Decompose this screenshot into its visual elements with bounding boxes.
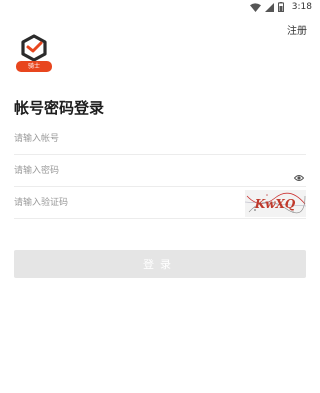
captcha-input[interactable] (14, 188, 244, 218)
register-link[interactable]: 注册 (287, 22, 307, 37)
app-logo: 骑士 (14, 34, 54, 72)
account-field (14, 124, 306, 155)
captcha-field: KwXQ (14, 188, 307, 219)
login-button[interactable]: 登录 (14, 250, 306, 278)
status-icons: 3:18 (249, 2, 312, 12)
signal-icon (264, 2, 274, 12)
password-input[interactable] (14, 156, 244, 186)
status-time: 3:18 (291, 2, 312, 12)
logo-mark-icon (21, 34, 47, 62)
eye-icon[interactable] (293, 167, 305, 181)
password-field (14, 156, 306, 187)
captcha-image[interactable]: KwXQ (244, 190, 307, 217)
wifi-icon (249, 2, 261, 12)
battery-icon (277, 2, 284, 12)
account-input[interactable] (14, 124, 244, 154)
logo-badge: 骑士 (16, 61, 52, 72)
captcha-text: KwXQ (254, 197, 296, 211)
status-bar: 3:18 (0, 0, 320, 14)
page-title: 帐号密码登录 (14, 99, 105, 117)
